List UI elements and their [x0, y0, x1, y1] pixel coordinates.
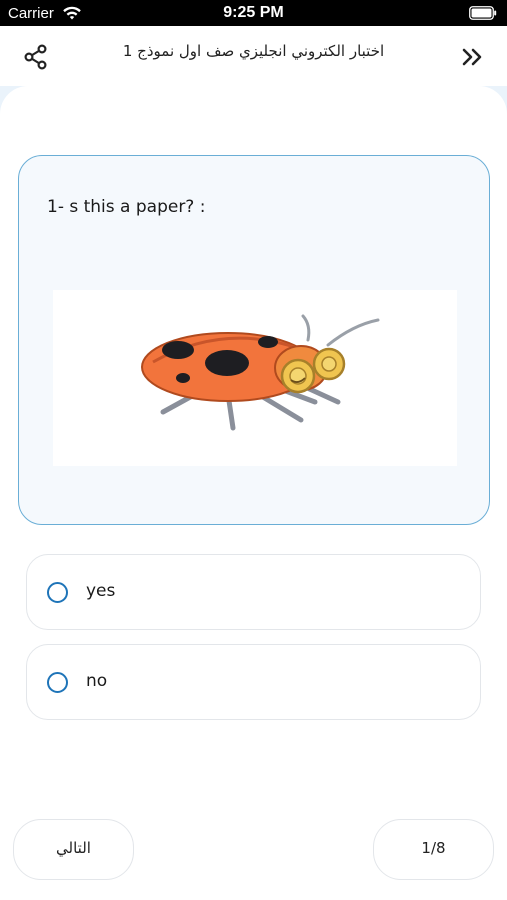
- app-header: اختبار الكتروني انجليزي صف اول نموذج 1: [0, 26, 507, 86]
- page-counter: 1/8: [373, 819, 494, 880]
- option-label: no: [86, 671, 108, 691]
- radio-button-icon[interactable]: [47, 672, 68, 693]
- page-title: اختبار الكتروني انجليزي صف اول نموذج 1: [122, 42, 385, 60]
- next-button[interactable]: التالي: [13, 819, 134, 880]
- battery-icon: [469, 6, 497, 20]
- status-time: 9:25 PM: [223, 4, 284, 21]
- question-text: 1- s this a paper? :: [47, 197, 206, 217]
- ladybug-image: [53, 290, 457, 466]
- answer-option-no[interactable]: no: [26, 644, 481, 720]
- radio-button-icon[interactable]: [47, 582, 68, 603]
- question-card: 1- s this a paper? :: [18, 155, 490, 525]
- status-bar: Carrier 9:25 PM: [0, 0, 507, 26]
- answer-option-yes[interactable]: yes: [26, 554, 481, 630]
- share-icon[interactable]: [22, 42, 50, 72]
- double-chevron-right-icon[interactable]: [461, 46, 485, 68]
- option-label: yes: [86, 581, 116, 601]
